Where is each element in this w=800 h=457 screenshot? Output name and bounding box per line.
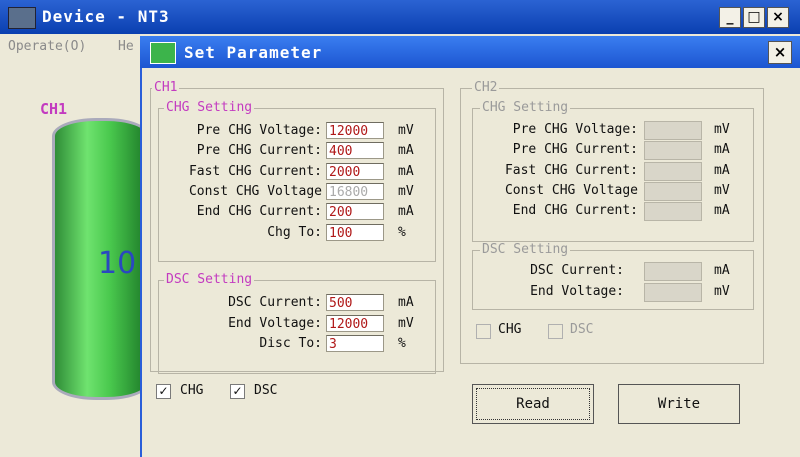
ch1-chg-row-unit: mV <box>398 183 414 199</box>
main-window-titlebar[interactable]: Device - NT3 _ □ × <box>0 0 800 34</box>
ch2-chg-row-input[interactable] <box>644 181 702 201</box>
ch1-dsc-row-label: End Voltage: <box>228 315 322 331</box>
read-button[interactable]: Read <box>472 384 594 424</box>
ch1-panel-label: CH1 <box>40 100 68 118</box>
main-close-button[interactable]: × <box>767 7 789 28</box>
ch1-dsc-checkbox[interactable]: ✓ <box>230 384 245 399</box>
dialog-close-button[interactable]: × <box>768 41 792 64</box>
ch2-chg-setting-label: CHG Setting <box>480 100 571 115</box>
ch1-chg-row-input[interactable]: 400 <box>326 142 384 160</box>
ch1-chg-row-unit: mV <box>398 123 414 138</box>
ch2-chg-row-label: Pre CHG Current: <box>512 142 638 158</box>
ch1-chg-row-input[interactable]: 2000 <box>326 162 384 180</box>
ch2-group-label: CH2 <box>472 80 500 95</box>
ch1-chg-row-label: End CHG Current: <box>196 204 322 220</box>
ch1-dsc-row-input[interactable]: 500 <box>326 294 384 311</box>
ch1-chg-row-input[interactable]: 100 <box>326 223 384 241</box>
ch1-dsc-row-unit: mV <box>398 315 414 331</box>
ch2-chg-row-unit: mV <box>714 182 730 198</box>
ch2-dsc-row-unit: mV <box>714 283 730 299</box>
ch2-chg-row-input[interactable] <box>644 202 702 222</box>
ch2-chg-row-unit: mA <box>714 203 730 219</box>
ch1-chg-row-input[interactable]: 12000 <box>326 122 384 139</box>
ch2-chg-row-input[interactable] <box>644 161 702 181</box>
ch2-dsc-check-label: DSC <box>570 322 594 337</box>
ch1-chg-row-unit: mA <box>398 143 414 159</box>
ch1-chg-row-label: Fast CHG Current: <box>188 163 322 179</box>
ch1-group-label: CH1 <box>152 80 180 95</box>
ch2-dsc-row-input[interactable] <box>644 282 702 302</box>
ch2-chg-row-input[interactable] <box>644 141 702 161</box>
ch2-chg-row-unit: mA <box>714 142 730 158</box>
ch2-chg-row-label: Pre CHG Voltage: <box>512 122 638 137</box>
ch2-chg-row-unit: mV <box>714 122 730 137</box>
ch2-chg-row-unit: mA <box>714 162 730 178</box>
dialog-title: Set Parameter <box>184 43 323 62</box>
ch1-chg-setting-label: CHG Setting <box>164 100 255 115</box>
ch1-chg-row-input[interactable]: 200 <box>326 203 384 221</box>
ch1-chg-row-input[interactable]: 16800 <box>326 182 384 200</box>
ch1-dsc-row-label: DSC Current: <box>228 295 322 310</box>
ch2-chg-row-label: End CHG Current: <box>512 203 638 219</box>
ch2-dsc-row-input[interactable] <box>644 262 702 281</box>
ch2-chg-checkbox[interactable] <box>476 324 491 339</box>
ch1-dsc-row-unit: mA <box>398 295 414 310</box>
minimize-button[interactable]: _ <box>719 7 741 28</box>
ch1-dsc-row-unit: % <box>398 336 406 351</box>
ch2-chg-row-label: Const CHG Voltage <box>504 182 638 198</box>
ch1-dsc-row-input[interactable]: 12000 <box>326 314 384 332</box>
write-button[interactable]: Write <box>618 384 740 424</box>
ch1-dsc-row-input[interactable]: 3 <box>326 335 384 352</box>
ch2-chg-row-input[interactable] <box>644 121 702 140</box>
ch1-chg-row-label: Pre CHG Voltage: <box>196 123 322 138</box>
ch1-chg-row-unit: % <box>398 224 406 240</box>
ch1-chg-check-label: CHG <box>180 383 204 398</box>
ch1-chg-row-label: Pre CHG Current: <box>196 143 322 159</box>
ch1-chg-row-label: Chg To: <box>267 224 322 240</box>
ch2-chg-row-label: Fast CHG Current: <box>504 162 638 178</box>
ch2-dsc-checkbox[interactable] <box>548 324 563 339</box>
ch1-chg-row-label: Const CHG Voltage <box>188 183 322 199</box>
main-window-title: Device - NT3 <box>42 7 170 26</box>
menu-help[interactable]: He <box>118 39 134 54</box>
ch1-dsc-setting-label: DSC Setting <box>164 272 255 287</box>
battery-percent: 10 <box>98 246 137 281</box>
ch1-dsc-row-label: Disc To: <box>259 336 322 351</box>
ch2-dsc-setting-label: DSC Setting <box>480 242 571 257</box>
ch2-dsc-row-label: DSC Current: <box>530 263 624 278</box>
dialog-icon <box>150 42 176 64</box>
maximize-button[interactable]: □ <box>743 7 765 28</box>
ch2-dsc-row-unit: mA <box>714 263 730 278</box>
ch1-dsc-check-label: DSC <box>254 383 278 398</box>
ch2-dsc-setting-group <box>472 250 754 310</box>
dialog-titlebar[interactable]: Set Parameter × <box>140 36 800 68</box>
menu-operate[interactable]: Operate(O) <box>8 39 86 54</box>
ch1-chg-row-unit: mA <box>398 163 414 179</box>
ch2-chg-check-label: CHG <box>498 322 522 337</box>
ch1-chg-row-unit: mA <box>398 204 414 220</box>
ch1-chg-checkbox[interactable]: ✓ <box>156 384 171 399</box>
app-icon <box>8 7 36 29</box>
ch2-dsc-row-label: End Voltage: <box>530 283 624 299</box>
